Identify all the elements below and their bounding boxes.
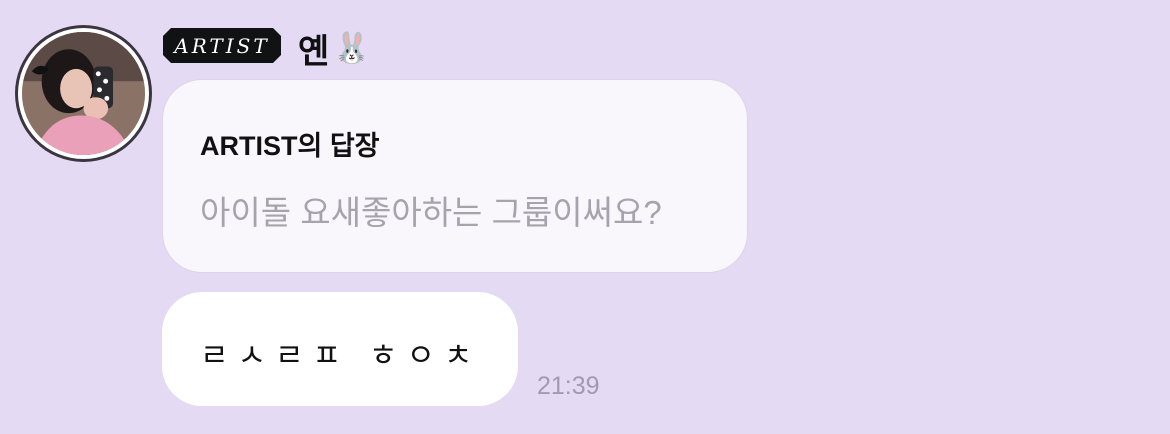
reply-bubble[interactable]: ARTIST의 답장 아이돌 요새좋아하는 그룹이써요?: [162, 79, 748, 273]
reply-quoted-text: 아이돌 요새좋아하는 그룹이써요?: [200, 194, 662, 231]
artist-badge: ARTIST: [163, 28, 281, 63]
reply-title: ARTIST의 답장: [200, 131, 380, 161]
artist-badge-label: ARTIST: [174, 33, 270, 58]
sender-name[interactable]: 옌 🐰: [298, 24, 371, 73]
artist-avatar[interactable]: [15, 25, 152, 162]
rabbit-emoji-icon: 🐰: [333, 31, 371, 66]
sender-name-text: 옌: [298, 32, 330, 72]
avatar-frame: [18, 28, 149, 159]
avatar-image: [22, 32, 145, 155]
avatar-photo: [22, 32, 145, 155]
message-text: ㄹㅅㄹㅍ ㅎㅇㅊ: [200, 338, 482, 374]
message-timestamp: 21:39: [537, 372, 600, 400]
message-bubble[interactable]: ㄹㅅㄹㅍ ㅎㅇㅊ: [162, 292, 518, 406]
